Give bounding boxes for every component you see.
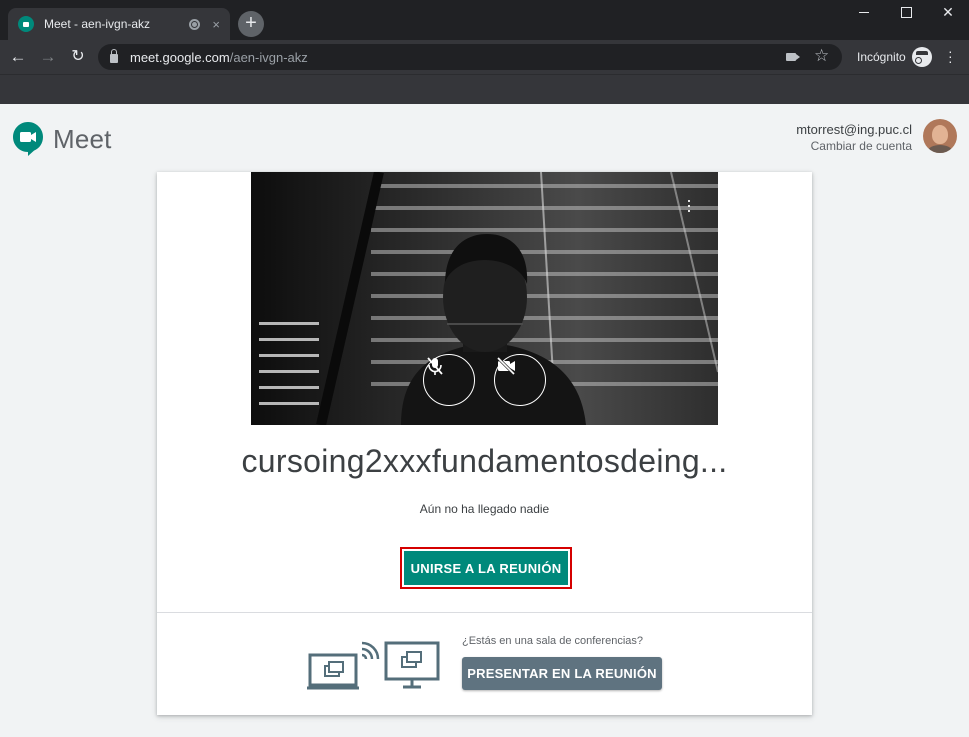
url-path: /aen-ivgn-akz bbox=[229, 49, 308, 65]
switch-account-link[interactable]: Cambiar de cuenta bbox=[796, 139, 912, 153]
menu-icon[interactable]: · · · bbox=[948, 44, 953, 68]
camera-icon[interactable] bbox=[786, 53, 800, 61]
video-preview-image bbox=[251, 172, 718, 425]
bookmark-bar bbox=[0, 74, 969, 104]
window-maximize-button[interactable] bbox=[885, 0, 927, 24]
divider bbox=[157, 612, 812, 613]
join-card: · · · cursoing2xxxfundamentosdeing... Aú… bbox=[157, 172, 812, 715]
join-button-highlight: UNIRSE A LA REUNIÓN bbox=[400, 547, 572, 589]
present-in-meeting-button[interactable]: PRESENTAR EN LA REUNIÓN bbox=[462, 657, 662, 690]
join-meeting-button[interactable]: UNIRSE A LA REUNIÓN bbox=[404, 551, 568, 585]
reload-icon[interactable]: ↻ bbox=[66, 45, 90, 69]
meeting-name: cursoing2xxxfundamentosdeing... bbox=[241, 443, 728, 479]
account-email: mtorrest@ing.puc.cl bbox=[796, 122, 912, 137]
more-options-icon[interactable]: · · · bbox=[686, 191, 692, 219]
meet-logo-icon bbox=[12, 121, 44, 157]
lock-icon[interactable] bbox=[110, 49, 118, 63]
mic-off-icon[interactable] bbox=[423, 354, 475, 406]
window-close-button[interactable]: ✕ bbox=[927, 0, 969, 24]
meet-favicon-icon bbox=[18, 16, 34, 32]
incognito-label: Incógnito bbox=[857, 50, 906, 64]
tab-title: Meet - aen-ivgn-akz bbox=[44, 17, 151, 31]
meet-page: Meet mtorrest@ing.puc.cl Cambiar de cuen… bbox=[0, 104, 969, 737]
recording-indicator-icon bbox=[189, 18, 201, 30]
video-preview: · · · bbox=[251, 172, 718, 425]
tab-close-button[interactable]: × bbox=[212, 17, 220, 32]
present-illustration bbox=[307, 638, 442, 698]
meet-logo[interactable]: Meet bbox=[12, 121, 112, 157]
browser-tab[interactable]: Meet - aen-ivgn-akz × bbox=[8, 8, 230, 40]
back-arrow-icon[interactable]: ← bbox=[6, 45, 30, 69]
conference-room-question: ¿Estás en una sala de conferencias? bbox=[462, 635, 644, 647]
browser-toolbar: ← → ↻ meet.google.com/aen-ivgn-akz ☆ Inc… bbox=[0, 40, 969, 74]
account-info: mtorrest@ing.puc.cl Cambiar de cuenta bbox=[796, 122, 912, 153]
url-host: meet.google.com bbox=[130, 49, 230, 65]
participants-status: Aún no ha llegado nadie bbox=[419, 502, 550, 516]
forward-arrow-icon[interactable]: → bbox=[36, 45, 60, 69]
camera-off-icon[interactable] bbox=[494, 354, 546, 406]
new-tab-button[interactable]: + bbox=[238, 11, 264, 37]
avatar[interactable] bbox=[923, 119, 957, 153]
meet-logo-text: Meet bbox=[53, 123, 112, 154]
incognito-icon bbox=[912, 47, 932, 67]
address-bar[interactable]: meet.google.com/aen-ivgn-akz ☆ bbox=[98, 44, 842, 70]
browser-tab-bar: Meet - aen-ivgn-akz × + ✕ bbox=[0, 0, 969, 40]
star-icon[interactable]: ☆ bbox=[814, 46, 829, 66]
window-minimize-button[interactable] bbox=[843, 0, 885, 24]
